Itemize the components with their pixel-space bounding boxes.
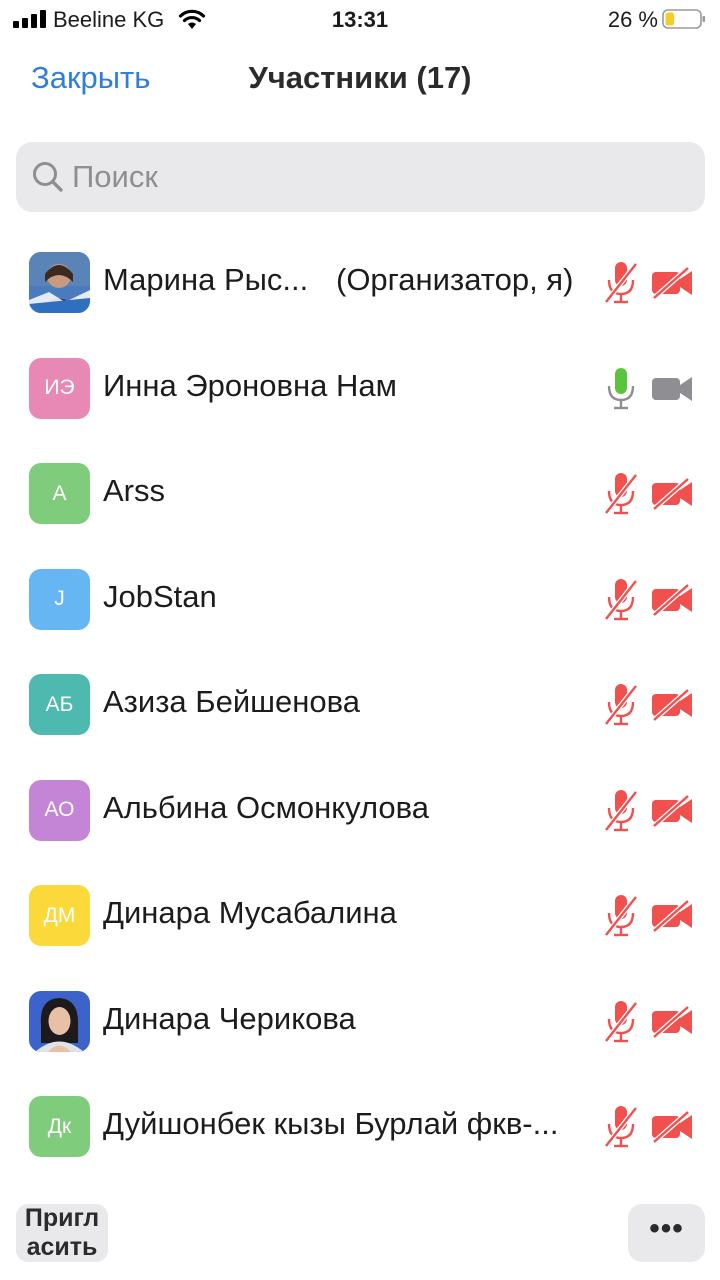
participant-name: Марина Рыс...	[103, 262, 309, 297]
video-off-icon[interactable]	[650, 793, 694, 828]
battery-level-fill	[665, 12, 675, 26]
search-input[interactable]	[72, 154, 672, 200]
mic-active-icon[interactable]	[604, 366, 638, 412]
mic-muted-icon[interactable]	[604, 471, 638, 517]
participant-name: Дуйшонбек кызы Бурлай фкв-...	[103, 1106, 559, 1141]
mic-muted-icon[interactable]	[604, 999, 638, 1045]
status-bar: Beeline KG 13:31 26 %	[0, 0, 720, 40]
participant-initials-avatar: A	[29, 463, 90, 524]
participant-initials-avatar: ИЭ	[29, 357, 90, 419]
participant-name: Альбина Осмонкулова	[103, 789, 430, 825]
search-icon	[33, 162, 63, 192]
participant-row[interactable]: A Arss	[0, 441, 720, 547]
participant-row[interactable]: АБ Азиза Бейшенова	[0, 652, 720, 758]
participant-photo-avatar	[29, 252, 90, 313]
participant-row[interactable]: J JobStan	[0, 547, 720, 653]
video-off-icon[interactable]	[650, 477, 694, 511]
participant-name: Динара Мусабалина	[103, 895, 397, 930]
mic-muted-icon[interactable]	[604, 1104, 638, 1150]
participant-name: Инна Эроновна Нам	[103, 367, 397, 403]
participant-row[interactable]: Дк Дуйшонбек кызы Бурлай фкв-...	[0, 1074, 720, 1180]
participant-name: Азиза Бейшенова	[103, 684, 361, 719]
mic-muted-icon[interactable]	[604, 788, 638, 834]
search-bar[interactable]	[16, 142, 705, 212]
participant-role: (Организатор, я)	[336, 262, 574, 297]
mic-muted-icon[interactable]	[604, 893, 638, 939]
participant-initials-avatar: АО	[29, 779, 90, 841]
participants-list: Марина Рыс... (Организатор, я) ИЭ Инна Э…	[0, 230, 720, 1180]
video-off-icon[interactable]	[650, 688, 694, 722]
mic-muted-icon[interactable]	[604, 260, 638, 306]
battery-icon	[662, 9, 706, 29]
invite-label-line-2: асить	[26, 1233, 98, 1261]
participant-name: Arss	[103, 473, 165, 508]
participant-row[interactable]: ИЭ Инна Эроновна Нам	[0, 336, 720, 442]
participant-initials-avatar: J	[29, 568, 90, 630]
more-options-button[interactable]: •••	[628, 1204, 705, 1262]
mic-muted-icon[interactable]	[604, 577, 638, 623]
participant-initials-avatar: Дк	[29, 1096, 90, 1157]
participant-photo-avatar	[29, 990, 90, 1052]
video-off-icon[interactable]	[650, 266, 694, 300]
participant-row[interactable]: Марина Рыс... (Организатор, я)	[0, 230, 720, 336]
mic-muted-icon[interactable]	[604, 682, 638, 728]
video-on-icon[interactable]	[650, 372, 694, 406]
participant-row[interactable]: ДМ Динара Мусабалина	[0, 863, 720, 969]
video-off-icon[interactable]	[650, 1110, 694, 1144]
video-off-icon[interactable]	[650, 582, 694, 617]
video-off-icon[interactable]	[650, 899, 694, 933]
participant-row[interactable]: Динара Черикова	[0, 969, 720, 1075]
invite-button[interactable]: Пригл асить	[16, 1204, 108, 1262]
participant-name: JobStan	[103, 578, 217, 614]
participant-name: Динара Черикова	[103, 1000, 356, 1036]
invite-label-line-1: Пригл	[24, 1204, 100, 1232]
participant-initials-avatar: АБ	[29, 674, 90, 735]
page-title: Участники (17)	[248, 60, 472, 95]
participant-initials-avatar: ДМ	[29, 885, 90, 946]
battery-percent: 26 %	[607, 7, 658, 32]
video-off-icon[interactable]	[650, 1004, 694, 1039]
participants-screen: Beeline KG 13:31 26 % Закрыть Участники …	[0, 0, 720, 1280]
participant-row[interactable]: АО Альбина Осмонкулова	[0, 758, 720, 864]
